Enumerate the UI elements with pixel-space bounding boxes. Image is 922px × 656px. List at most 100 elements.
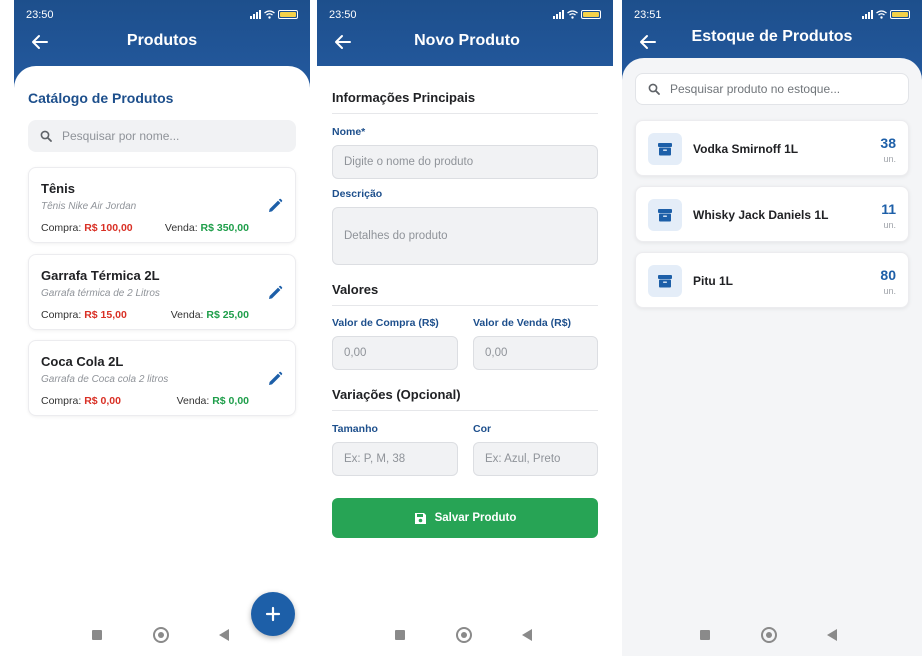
color-label: Cor (473, 423, 492, 435)
buy-value-label: Valor de Compra (R$) (332, 317, 439, 329)
system-nav-bar (317, 616, 613, 656)
page-title: Estoque de Produtos (691, 28, 853, 45)
archive-box-icon (648, 199, 682, 231)
buy-label: Compra: (41, 395, 82, 407)
stock-item-qty: 38 (880, 135, 896, 151)
stock-screen: 23:51 Estoque de Produtos Pesquisar prod… (622, 0, 922, 656)
status-icons (862, 10, 910, 19)
status-icons (250, 10, 298, 19)
size-field[interactable]: Ex: P, M, 38 (332, 442, 458, 476)
product-card[interactable]: Tênis Tênis Nike Air Jordan Compra: R$ 1… (28, 167, 296, 243)
name-label: Nome* (332, 126, 366, 138)
stock-search-input[interactable]: Pesquisar produto no estoque... (635, 73, 909, 105)
page-title: Novo Produto (414, 32, 520, 49)
status-bar: 23:51 (634, 9, 910, 23)
toolbar: Novo Produto (317, 28, 613, 56)
color-placeholder: Ex: Azul, Preto (485, 453, 561, 465)
edit-pencil-icon[interactable] (267, 285, 283, 301)
sell-value-placeholder: 0,00 (485, 347, 508, 359)
sell-value: R$ 0,00 (212, 395, 249, 407)
stock-item-unit: un. (883, 220, 896, 230)
product-name: Tênis (41, 181, 75, 196)
search-icon (40, 130, 52, 142)
signal-icon (553, 10, 564, 19)
stock-search-placeholder: Pesquisar produto no estoque... (670, 82, 841, 96)
search-input[interactable]: Pesquisar por nome... (28, 120, 296, 152)
screenshot-composite: 23:50 Produtos Catálogo de Produtos Pesq… (0, 0, 922, 656)
recent-apps-button[interactable] (92, 630, 102, 640)
status-bar: 23:50 (329, 9, 601, 23)
archive-box-icon (648, 265, 682, 297)
archive-box-icon (648, 133, 682, 165)
battery-icon (278, 10, 298, 19)
save-label: Salvar Produto (434, 512, 517, 524)
stock-item-name: Whisky Jack Daniels 1L (693, 208, 829, 222)
recent-apps-button[interactable] (395, 630, 405, 640)
toolbar: Produtos (14, 28, 310, 56)
sell-price: Venda: R$ 25,00 (171, 309, 249, 321)
sell-value: R$ 350,00 (200, 222, 249, 234)
product-card[interactable]: Coca Cola 2L Garrafa de Coca cola 2 litr… (28, 340, 296, 416)
buy-value-field[interactable]: 0,00 (332, 336, 458, 370)
description-label: Descrição (332, 188, 383, 200)
recent-apps-button[interactable] (700, 630, 710, 640)
signal-icon (250, 10, 261, 19)
stock-content: Pesquisar produto no estoque... Vodka Sm… (622, 58, 922, 656)
system-back-button[interactable] (827, 629, 837, 641)
page-title: Produtos (126, 32, 198, 49)
sell-label: Venda: (170, 309, 204, 321)
battery-icon (890, 10, 910, 19)
sell-value-field[interactable]: 0,00 (473, 336, 598, 370)
catalog-heading: Catálogo de Produtos (28, 90, 174, 106)
sell-price: Venda: R$ 350,00 (165, 222, 249, 234)
product-description: Garrafa de Coca cola 2 litros (41, 374, 169, 385)
name-placeholder: Digite o nome do produto (344, 156, 474, 168)
toolbar: Estoque de Produtos (622, 28, 922, 56)
save-icon (414, 512, 426, 524)
buy-label: Compra: (41, 222, 82, 234)
buy-value: R$ 0,00 (84, 395, 121, 407)
stock-item-qty: 80 (880, 267, 896, 283)
battery-icon (581, 10, 601, 19)
stock-item[interactable]: Vodka Smirnoff 1L 38 un. (635, 120, 909, 176)
section-variations: Variações (Opcional) (332, 387, 598, 411)
name-field[interactable]: Digite o nome do produto (332, 145, 598, 179)
product-name: Garrafa Térmica 2L (41, 268, 160, 283)
signal-icon (862, 10, 873, 19)
products-screen: 23:50 Produtos Catálogo de Produtos Pesq… (14, 0, 310, 656)
home-button[interactable] (456, 627, 472, 643)
product-description: Garrafa térmica de 2 Litros (41, 288, 160, 299)
status-time: 23:50 (329, 9, 357, 21)
size-placeholder: Ex: P, M, 38 (344, 453, 406, 465)
home-button[interactable] (153, 627, 169, 643)
color-field[interactable]: Ex: Azul, Preto (473, 442, 598, 476)
sell-value: R$ 25,00 (206, 309, 249, 321)
system-back-button[interactable] (219, 629, 229, 641)
save-product-button[interactable]: Salvar Produto (332, 498, 598, 538)
stock-item-name: Vodka Smirnoff 1L (693, 142, 799, 156)
sell-price: Venda: R$ 0,00 (177, 395, 249, 407)
wifi-icon (264, 10, 275, 19)
home-button[interactable] (761, 627, 777, 643)
status-time: 23:51 (634, 9, 662, 21)
system-nav-bar (14, 616, 310, 656)
system-back-button[interactable] (522, 629, 532, 641)
product-card[interactable]: Garrafa Térmica 2L Garrafa térmica de 2 … (28, 254, 296, 330)
search-icon (648, 83, 660, 95)
wifi-icon (567, 10, 578, 19)
section-main-info: Informações Principais (332, 90, 598, 114)
stock-item[interactable]: Whisky Jack Daniels 1L 11 un. (635, 186, 909, 242)
edit-pencil-icon[interactable] (267, 198, 283, 214)
buy-price: Compra: R$ 0,00 (41, 395, 121, 407)
stock-item-unit: un. (883, 154, 896, 164)
edit-pencil-icon[interactable] (267, 371, 283, 387)
buy-label: Compra: (41, 309, 82, 321)
buy-price: Compra: R$ 15,00 (41, 309, 127, 321)
stock-item[interactable]: Pitu 1L 80 un. (635, 252, 909, 308)
description-field[interactable]: Detalhes do produto (332, 207, 598, 265)
sell-value-label: Valor de Venda (R$) (473, 317, 572, 329)
stock-item-qty: 11 (881, 201, 896, 217)
size-label: Tamanho (332, 423, 378, 435)
buy-value: R$ 15,00 (84, 309, 127, 321)
new-product-screen: 23:50 Novo Produto Informações Principai… (317, 0, 613, 656)
